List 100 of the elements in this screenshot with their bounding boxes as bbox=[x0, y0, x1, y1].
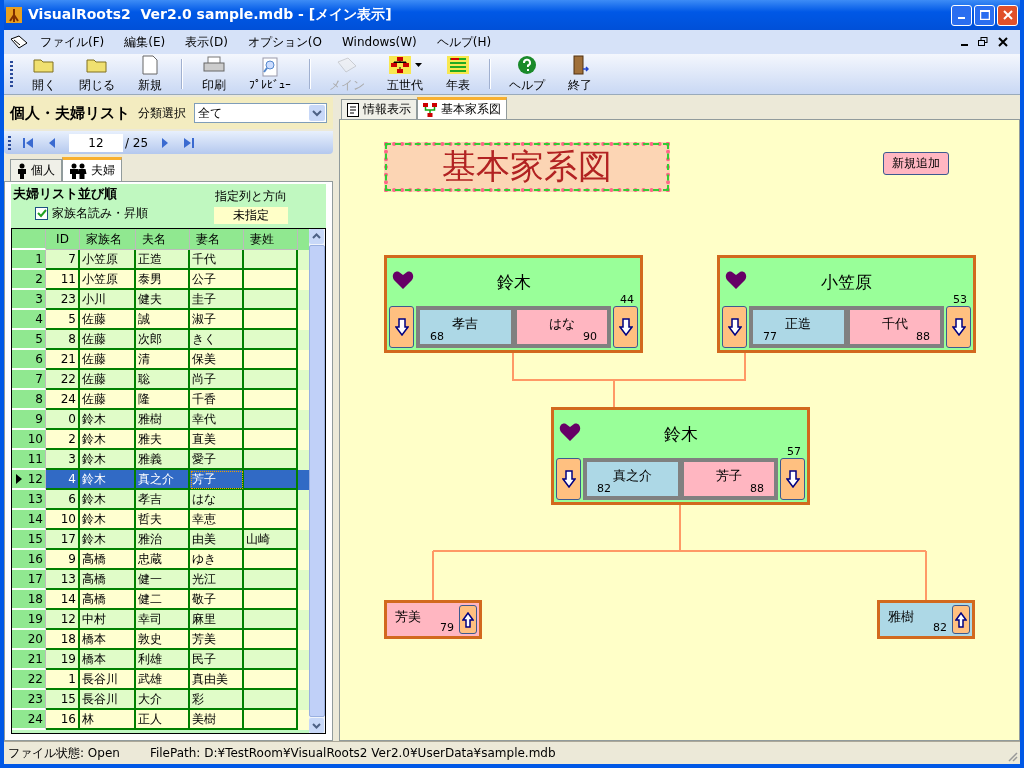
vertical-scrollbar[interactable] bbox=[309, 229, 325, 733]
up-arrow-icon bbox=[462, 611, 474, 628]
table-row[interactable]: 23 15 長谷川 大介 彩 bbox=[12, 690, 309, 710]
table-row[interactable]: 8 24 佐藤 隆 千香 bbox=[12, 390, 309, 410]
wife-age: 88 bbox=[750, 482, 764, 495]
child-card[interactable]: 雅樹 82 bbox=[877, 600, 975, 639]
husband-age: 68 bbox=[430, 330, 444, 343]
toolbar-button[interactable]: 五世代 bbox=[377, 54, 433, 94]
list-tab[interactable]: 個人 bbox=[10, 159, 62, 181]
panel-title: 個人・夫婦リスト bbox=[10, 103, 130, 123]
parents-button[interactable] bbox=[556, 458, 581, 500]
resize-grip-icon[interactable] bbox=[1006, 750, 1018, 762]
wife-age: 90 bbox=[583, 330, 597, 343]
dropdown-arrow-icon[interactable] bbox=[414, 63, 422, 67]
table-row[interactable]: 14 10 鈴木 哲夫 幸恵 bbox=[12, 510, 309, 530]
row-number: 9 bbox=[12, 410, 46, 430]
table-row[interactable]: 24 16 林 正人 美樹 bbox=[12, 710, 309, 730]
table-row[interactable]: 9 0 鈴木 雅樹 幸代 bbox=[12, 410, 309, 430]
minimize-button[interactable] bbox=[951, 4, 972, 26]
sort-checkbox[interactable]: 家族名読み・昇順 bbox=[13, 205, 148, 222]
husband-box[interactable]: 孝吉 68 bbox=[420, 310, 511, 344]
table-row[interactable]: 6 21 佐藤 清 保美 bbox=[12, 350, 309, 370]
table-row[interactable]: 22 1 長谷川 武雄 真由美 bbox=[12, 670, 309, 690]
wife-name: はな bbox=[548, 315, 575, 333]
tree-chart-icon bbox=[423, 102, 437, 117]
file-path: FilePath: D:¥TestRoom¥VisualRoots2 Ver2.0¥UserData¥sample.mdb bbox=[149, 746, 556, 760]
wife-box[interactable]: はな 90 bbox=[516, 310, 607, 344]
family-surname: 鈴木 bbox=[496, 270, 531, 294]
table-row[interactable]: 11 3 鈴木 雅義 愛子 bbox=[12, 450, 309, 470]
toolbar-button[interactable]: 閉じる bbox=[69, 54, 125, 94]
close-icon[interactable] bbox=[998, 37, 1008, 47]
menu-item[interactable]: 表示(D) bbox=[177, 31, 236, 53]
toolbar-button[interactable]: 印刷 bbox=[191, 54, 237, 94]
down-arrow-icon bbox=[618, 318, 633, 336]
child-name: 雅樹 bbox=[888, 607, 914, 626]
scroll-down-icon[interactable] bbox=[309, 718, 324, 733]
family-card[interactable]: 小笠原 53 正造 77 千代 88 bbox=[717, 255, 976, 353]
toolbar-button[interactable]: 年表 bbox=[435, 54, 481, 94]
add-new-button[interactable]: 新規追加 bbox=[883, 152, 949, 175]
scroll-up-icon[interactable] bbox=[309, 229, 324, 244]
table-row[interactable]: 1 7 小笠原 正造 千代 bbox=[12, 250, 309, 270]
parents-button[interactable] bbox=[613, 306, 638, 348]
family-card[interactable]: 鈴木 44 孝吉 68 はな 90 bbox=[384, 255, 643, 353]
parents-button[interactable] bbox=[946, 306, 971, 348]
parents-button[interactable] bbox=[389, 306, 414, 348]
marriage-years: 57 bbox=[787, 445, 801, 458]
view-tab[interactable]: 情報表示 bbox=[341, 99, 417, 119]
table-row[interactable]: 12 4 鈴木 真之介 芳子 bbox=[12, 470, 309, 490]
down-arrow-icon bbox=[727, 318, 742, 336]
table-row[interactable]: 15 17 鈴木 雅治 由美 山崎 bbox=[12, 530, 309, 550]
toolbar-button[interactable]: ヘルプ bbox=[499, 54, 555, 94]
wife-box[interactable]: 芳子 88 bbox=[683, 462, 774, 496]
marriage-years: 53 bbox=[953, 293, 967, 306]
table-row[interactable]: 5 8 佐藤 次郎 きく bbox=[12, 330, 309, 350]
row-number: 24 bbox=[12, 710, 46, 730]
family-button[interactable] bbox=[459, 605, 477, 634]
menu-item[interactable]: 編集(E) bbox=[116, 31, 174, 53]
table-row[interactable]: 7 22 佐藤 聡 尚子 bbox=[12, 370, 309, 390]
maximize-button[interactable] bbox=[974, 4, 995, 26]
table-row[interactable]: 18 14 高橋 健二 敬子 bbox=[12, 590, 309, 610]
table-row[interactable]: 10 2 鈴木 雅夫 直美 bbox=[12, 430, 309, 450]
table-row[interactable]: 3 23 小川 健夫 圭子 bbox=[12, 290, 309, 310]
last-record-icon[interactable] bbox=[182, 135, 197, 150]
row-number: 20 bbox=[12, 630, 46, 650]
toolbar-button[interactable]: 新規 bbox=[127, 54, 173, 94]
record-total: / 25 bbox=[125, 135, 149, 150]
child-card[interactable]: 芳美 79 bbox=[384, 600, 482, 639]
family-card[interactable]: 鈴木 57 真之介 82 芳子 88 bbox=[551, 407, 810, 505]
parents-button[interactable] bbox=[722, 306, 747, 348]
toolbar-button[interactable]: 開く bbox=[21, 54, 67, 94]
document-icon bbox=[347, 102, 359, 117]
first-record-icon[interactable] bbox=[21, 135, 35, 150]
restore-icon[interactable] bbox=[978, 37, 988, 47]
family-button[interactable] bbox=[952, 605, 970, 634]
wife-box[interactable]: 千代 88 bbox=[849, 310, 940, 344]
table-row[interactable]: 19 12 中村 幸司 麻里 bbox=[12, 610, 309, 630]
menu-item[interactable]: オプション(O bbox=[239, 31, 330, 53]
table-row[interactable]: 17 13 高橋 健一 光江 bbox=[12, 570, 309, 590]
checkmark-icon bbox=[36, 208, 47, 219]
toolbar-button[interactable]: 終了 bbox=[557, 54, 603, 94]
table-row[interactable]: 13 6 鈴木 孝吉 はな bbox=[12, 490, 309, 510]
record-number-field[interactable]: 12 bbox=[69, 133, 123, 152]
menu-item[interactable]: ヘルプ(H) bbox=[428, 31, 500, 53]
table-row[interactable]: 20 18 橋本 敦史 芳美 bbox=[12, 630, 309, 650]
husband-box[interactable]: 真之介 82 bbox=[587, 462, 678, 496]
row-number: 15 bbox=[12, 530, 46, 550]
husband-box[interactable]: 正造 77 bbox=[753, 310, 844, 344]
category-dropdown[interactable]: 全て bbox=[194, 103, 327, 123]
menu-item[interactable]: Windows(W) bbox=[333, 33, 425, 51]
table-row[interactable]: 21 19 橋本 利雄 民子 bbox=[12, 650, 309, 670]
table-row[interactable]: 16 9 高橋 忠蔵 ゆき bbox=[12, 550, 309, 570]
close-button[interactable] bbox=[997, 4, 1018, 26]
parents-button[interactable] bbox=[780, 458, 805, 500]
menu-item[interactable]: ファイル(F) bbox=[32, 31, 113, 53]
table-row[interactable]: 2 11 小笠原 泰男 公子 bbox=[12, 270, 309, 290]
toolbar-button[interactable]: ﾌﾟﾚﾋﾞｭｰ bbox=[239, 56, 301, 92]
list-tab[interactable]: 夫婦 bbox=[62, 157, 122, 181]
up-arrow-icon bbox=[955, 611, 967, 628]
view-tab[interactable]: 基本家系図 bbox=[417, 97, 507, 119]
table-row[interactable]: 4 5 佐藤 誠 淑子 bbox=[12, 310, 309, 330]
